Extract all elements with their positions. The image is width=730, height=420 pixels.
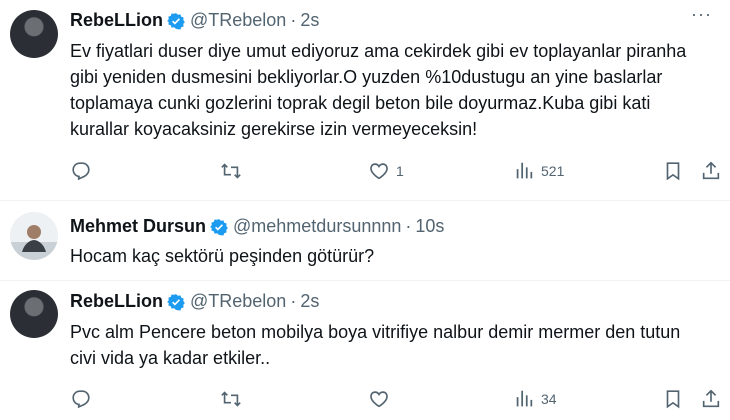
separator-dot: · bbox=[290, 291, 297, 311]
tweet-2[interactable]: Mehmet Dursun @mehmetdursunnnn · 10s Hoc… bbox=[0, 201, 730, 280]
tweet-time[interactable]: 2s bbox=[300, 10, 319, 31]
author-handle[interactable]: @TRebelon bbox=[190, 291, 286, 312]
view-count: 521 bbox=[541, 163, 565, 179]
retweet-icon bbox=[221, 391, 241, 407]
views-icon bbox=[516, 390, 533, 407]
bookmark-icon bbox=[666, 162, 680, 181]
avatar[interactable] bbox=[10, 212, 58, 260]
share-icon bbox=[702, 161, 720, 180]
like-count: 1 bbox=[396, 163, 404, 179]
share-button[interactable] bbox=[700, 388, 722, 410]
author-handle[interactable]: @TRebelon bbox=[190, 10, 286, 31]
tweet-text: Hocam kaç sektörü peşinden götürür? bbox=[70, 246, 375, 266]
author-name[interactable]: RebeLLion bbox=[70, 10, 163, 31]
like-button[interactable] bbox=[368, 388, 390, 410]
tweet-header: RebeLLion @TRebelon · 2s bbox=[70, 291, 319, 312]
like-icon bbox=[370, 391, 388, 408]
views-icon bbox=[516, 162, 533, 179]
reply-button[interactable] bbox=[70, 160, 92, 182]
reply-icon bbox=[72, 390, 90, 409]
bookmark-icon bbox=[666, 390, 680, 409]
views-button[interactable]: 521 bbox=[513, 160, 564, 182]
more-options-icon[interactable]: ··· bbox=[691, 4, 712, 25]
tweet-time[interactable]: 2s bbox=[300, 291, 319, 312]
reply-icon bbox=[72, 162, 90, 181]
avatar-photo bbox=[10, 212, 58, 260]
like-icon bbox=[370, 163, 388, 180]
verified-badge-icon bbox=[210, 218, 228, 236]
tweet-actions: 1 521 bbox=[70, 160, 720, 184]
separator-dot: · bbox=[290, 10, 297, 30]
tweet-actions: 34 bbox=[70, 388, 720, 412]
tweet-3[interactable]: RebeLLion @TRebelon · 2s Pvc alm Pencere… bbox=[0, 281, 730, 420]
like-button[interactable]: 1 bbox=[368, 160, 404, 182]
separator-dot: · bbox=[405, 216, 412, 236]
bookmark-button[interactable] bbox=[662, 160, 684, 182]
share-button[interactable] bbox=[700, 160, 722, 182]
verified-badge-icon bbox=[167, 12, 185, 30]
tweet-text: Pvc alm Pencere beton mobilya boya vitri… bbox=[70, 322, 681, 368]
tweet-time[interactable]: 10s bbox=[415, 216, 444, 237]
author-handle[interactable]: @mehmetdursunnnn bbox=[233, 216, 401, 237]
reply-button[interactable] bbox=[70, 388, 92, 410]
verified-badge-icon bbox=[167, 293, 185, 311]
author-name[interactable]: RebeLLion bbox=[70, 291, 163, 312]
avatar[interactable] bbox=[10, 290, 58, 338]
tweet-text: Ev fiyatlari duser diye umut ediyoruz am… bbox=[70, 41, 687, 139]
bookmark-button[interactable] bbox=[662, 388, 684, 410]
view-count: 34 bbox=[541, 391, 557, 407]
views-button[interactable]: 34 bbox=[513, 388, 557, 410]
share-icon bbox=[702, 389, 720, 408]
tweet-1[interactable]: RebeLLion @TRebelon · 2s ··· Ev fiyatlar… bbox=[0, 0, 730, 200]
tweet-header: Mehmet Dursun @mehmetdursunnnn · 10s bbox=[70, 216, 444, 237]
retweet-button[interactable] bbox=[220, 160, 242, 182]
retweet-button[interactable] bbox=[220, 388, 242, 410]
author-name[interactable]: Mehmet Dursun bbox=[70, 216, 206, 237]
retweet-icon bbox=[221, 163, 241, 179]
tweet-header: RebeLLion @TRebelon · 2s bbox=[70, 10, 319, 31]
avatar[interactable] bbox=[10, 10, 58, 58]
